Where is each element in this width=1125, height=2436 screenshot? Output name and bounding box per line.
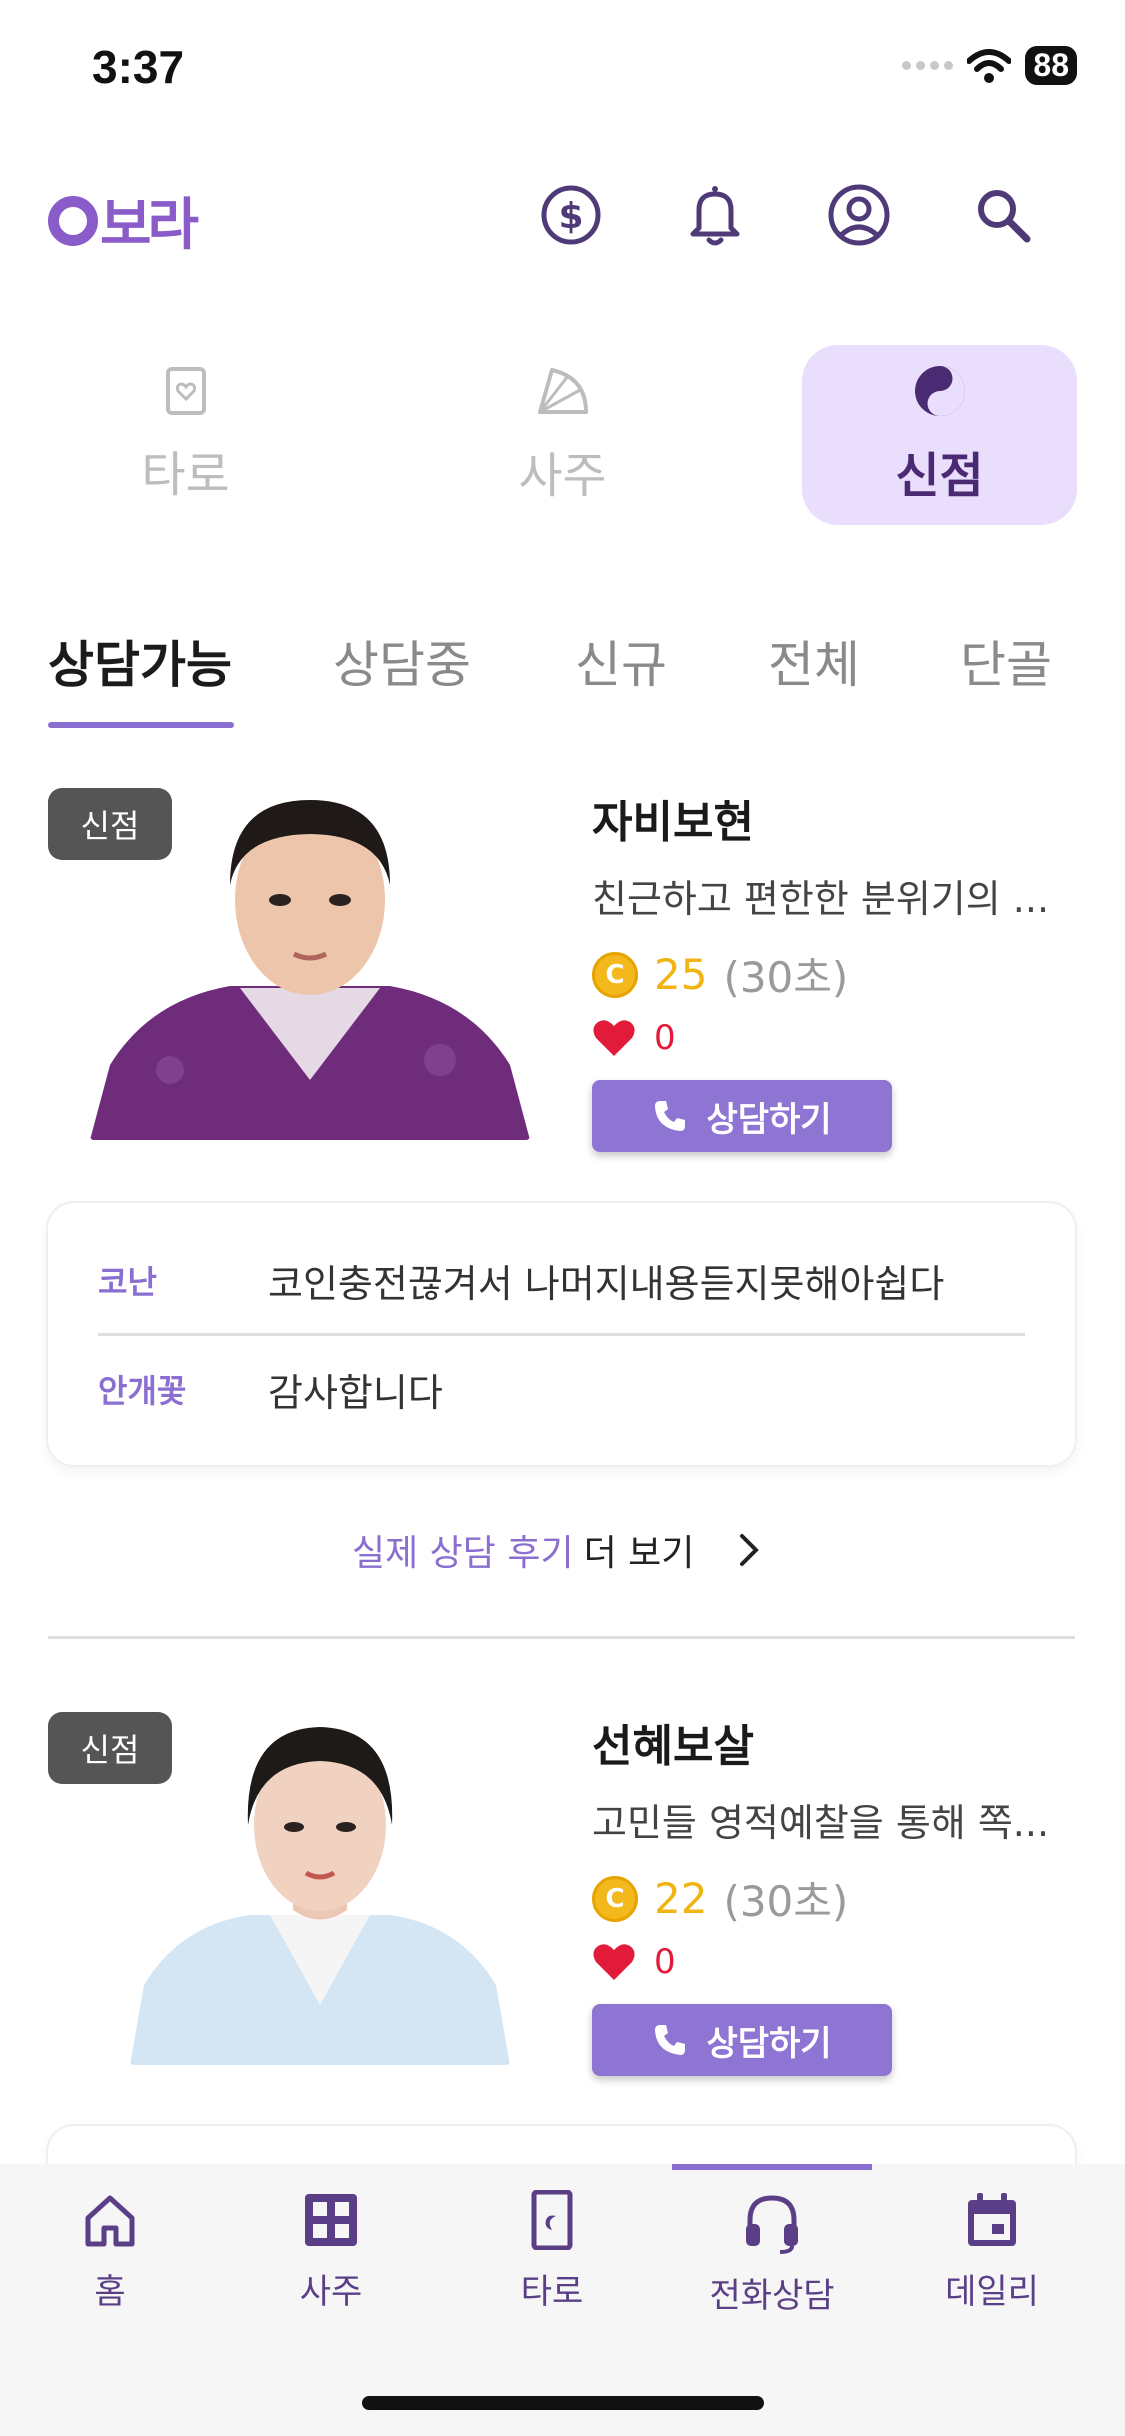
price-row: C 22 (30초) bbox=[592, 1868, 848, 1929]
more-reviews-link[interactable]: 실제 상담 후기 더 보기 bbox=[352, 1524, 768, 1576]
category-tarot[interactable]: 타로 bbox=[48, 345, 323, 525]
review-box: 코난 코인충전끊겨서 나머지내용듣지못해아쉽다 안개꽃 감사합니다 bbox=[48, 1203, 1075, 1465]
fan-icon bbox=[537, 368, 588, 414]
price-unit: (30초) bbox=[723, 1877, 849, 1926]
price-unit: (30초) bbox=[723, 953, 849, 1002]
app-logo[interactable]: 보라 bbox=[48, 180, 199, 261]
likes-row[interactable]: 0 bbox=[592, 1942, 676, 1982]
counselor-name[interactable]: 선혜보살 bbox=[592, 1710, 754, 1774]
nav-home[interactable]: 홈 bbox=[20, 2190, 200, 2313]
heart-icon bbox=[593, 1020, 635, 1056]
review-author: 코난 bbox=[98, 1263, 157, 1301]
yin-yang-icon bbox=[914, 366, 965, 416]
tab-new[interactable]: 신규 bbox=[575, 625, 667, 697]
nav-saju[interactable]: 사주 bbox=[241, 2190, 421, 2313]
review-text: 감사합니다 bbox=[268, 1370, 443, 1415]
consult-button[interactable]: 상담하기 bbox=[592, 1080, 892, 1152]
nav-daily[interactable]: 데일리 bbox=[902, 2190, 1082, 2313]
counselor-description: 친근하고 편한한 분위기의 ... bbox=[592, 877, 1050, 921]
coin-icon: C bbox=[592, 1875, 638, 1922]
nav-label: 사주 bbox=[299, 2272, 363, 2312]
battery-level: 88 bbox=[1025, 46, 1077, 85]
category-label: 타로 bbox=[141, 447, 230, 503]
nav-phone-consult[interactable]: 전화상담 bbox=[682, 2190, 862, 2317]
grid-icon bbox=[305, 2194, 357, 2246]
tab-available[interactable]: 상담가능 bbox=[48, 625, 232, 697]
tab-all[interactable]: 전체 bbox=[768, 625, 860, 697]
active-nav-indicator bbox=[672, 2164, 872, 2170]
nav-label: 타로 bbox=[520, 2272, 584, 2312]
nav-label: 전화상담 bbox=[709, 2276, 835, 2316]
price-value: 22 bbox=[654, 1874, 708, 1923]
phone-icon bbox=[655, 1101, 686, 1131]
price-row: C 25 (30초) bbox=[592, 944, 848, 1005]
counselor-description: 고민들 영적예찰을 통해 쪽... bbox=[592, 1801, 1050, 1845]
review-item: 코난 코인충전끊겨서 나머지내용듣지못해아쉽다 bbox=[48, 1227, 1075, 1333]
counselor-photo[interactable] bbox=[130, 1715, 510, 2065]
tarot-moon-icon bbox=[531, 2190, 573, 2250]
review-text: 코인충전끊겨서 나머지내용듣지못해아쉽다 bbox=[268, 1261, 945, 1306]
home-icon bbox=[85, 2195, 135, 2247]
likes-row[interactable]: 0 bbox=[592, 1018, 676, 1058]
price-value: 25 bbox=[654, 950, 708, 999]
status-indicators: 88 bbox=[902, 46, 1077, 85]
chevron-right-icon bbox=[740, 1534, 760, 1566]
consult-button[interactable]: 상담하기 bbox=[592, 2004, 892, 2076]
home-indicator bbox=[362, 2396, 764, 2410]
category-saju[interactable]: 사주 bbox=[425, 345, 700, 525]
more-reviews-highlight: 실제 상담 후기 bbox=[352, 1533, 574, 1574]
logo-mark-icon bbox=[48, 195, 98, 246]
coin-icon: C bbox=[592, 951, 638, 998]
svg-text:$: $ bbox=[558, 196, 583, 237]
tarot-card-icon bbox=[165, 367, 206, 415]
profile-icon[interactable] bbox=[824, 180, 894, 250]
review-author: 안개꽃 bbox=[98, 1372, 187, 1410]
card-divider bbox=[48, 1636, 1075, 1639]
category-label: 사주 bbox=[518, 448, 607, 504]
coin-icon[interactable]: $ bbox=[536, 180, 606, 250]
category-badge: 신점 bbox=[48, 788, 172, 860]
consult-button-label: 상담하기 bbox=[706, 2023, 832, 2064]
wifi-icon bbox=[967, 48, 1012, 83]
heart-icon bbox=[593, 1944, 635, 1980]
tab-in-consultation[interactable]: 상담중 bbox=[333, 625, 471, 697]
nav-tarot[interactable]: 타로 bbox=[462, 2190, 642, 2313]
bell-icon[interactable] bbox=[680, 180, 750, 250]
category-sinjeom[interactable]: 신점 bbox=[802, 345, 1077, 525]
review-item: 안개꽃 감사합니다 bbox=[48, 1336, 1075, 1442]
consult-button-label: 상담하기 bbox=[706, 1099, 832, 1140]
active-tab-indicator bbox=[48, 722, 234, 728]
phone-icon bbox=[655, 2025, 686, 2055]
likes-count: 0 bbox=[654, 1018, 676, 1058]
nav-label: 홈 bbox=[94, 2272, 126, 2312]
search-icon[interactable] bbox=[968, 180, 1038, 250]
tab-regulars[interactable]: 단골 bbox=[960, 625, 1052, 697]
category-badge: 신점 bbox=[48, 1712, 172, 1784]
logo-text: 보라 bbox=[100, 193, 199, 258]
more-reviews-rest: 더 보기 bbox=[583, 1533, 695, 1574]
cellular-signal-icon bbox=[902, 61, 954, 70]
status-time: 3:37 bbox=[92, 41, 185, 93]
likes-count: 0 bbox=[654, 1942, 676, 1982]
calendar-icon bbox=[968, 2193, 1016, 2246]
nav-label: 데일리 bbox=[945, 2272, 1039, 2312]
counselor-name[interactable]: 자비보현 bbox=[592, 786, 754, 850]
category-label: 신점 bbox=[895, 448, 984, 504]
headset-icon bbox=[746, 2195, 798, 2254]
